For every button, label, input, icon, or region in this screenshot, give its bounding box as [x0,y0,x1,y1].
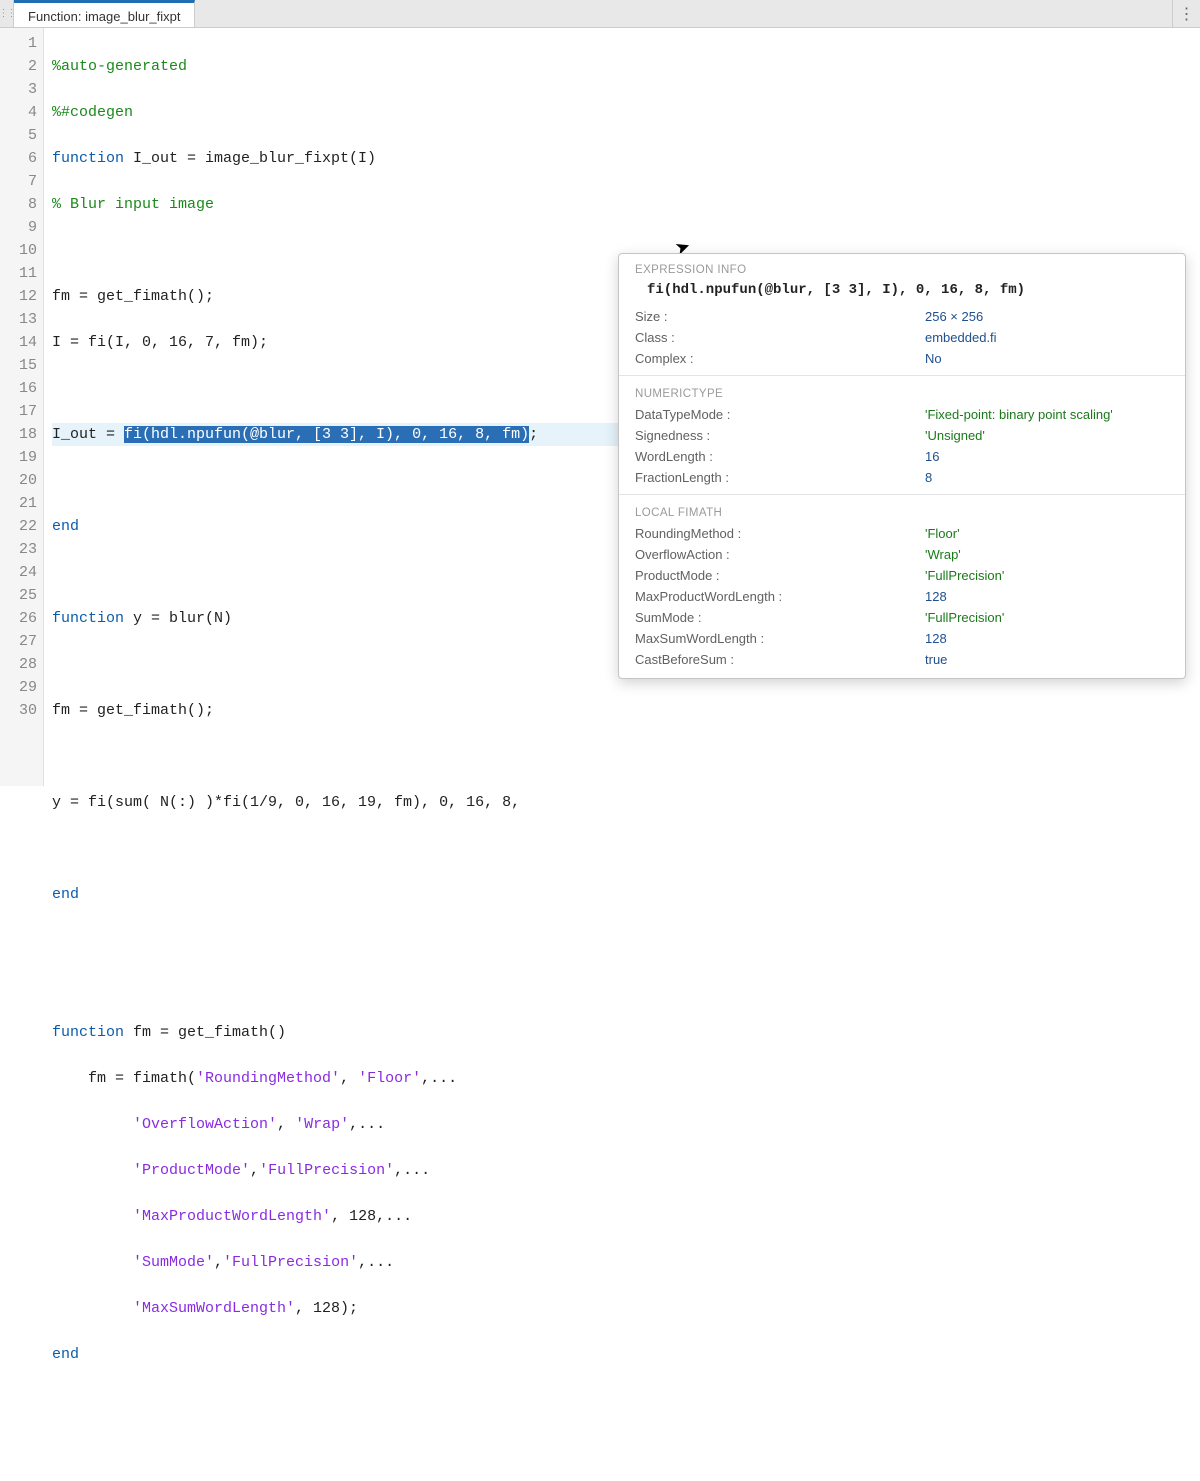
line-number: 7 [0,170,37,193]
tooltip-value: 'FullPrecision' [925,568,1004,583]
line-number: 21 [0,492,37,515]
tooltip-value: 'Wrap' [925,547,961,562]
code-text: fm = get_fimath(); [52,288,214,305]
line-number: 29 [0,676,37,699]
keyword: function [52,610,124,627]
tab-title: Function: image_blur_fixpt [28,9,180,24]
code-text: ; [529,426,538,443]
comment: %auto-generated [52,58,187,75]
keyword: end [52,886,79,903]
code-text: fm = fimath( [52,1070,196,1087]
string: 'SumMode' [133,1254,214,1271]
tooltip-label: SumMode : [635,610,925,625]
code-text: I = fi(I, 0, 16, 7, fm); [52,334,268,351]
tab-bar: ⋮⋮ Function: image_blur_fixpt ⋮ [0,0,1200,28]
tooltip-section-title: LOCAL FIMATH [619,497,1185,523]
line-number: 26 [0,607,37,630]
code-text: y = blur(N) [124,610,232,627]
line-number: 30 [0,699,37,722]
string: 'ProductMode' [133,1162,250,1179]
line-number: 11 [0,262,37,285]
line-number: 1 [0,32,37,55]
tooltip-section-title: EXPRESSION INFO [619,254,1185,280]
tooltip-label: OverflowAction : [635,547,925,562]
line-number: 5 [0,124,37,147]
line-number: 17 [0,400,37,423]
code-text: fm = get_fimath() [124,1024,286,1041]
line-number: 6 [0,147,37,170]
tab-function[interactable]: Function: image_blur_fixpt [14,0,195,27]
tooltip-label: CastBeforeSum : [635,652,925,667]
tooltip-value: 8 [925,470,932,485]
keyword: end [52,518,79,535]
string: 'FullPrecision' [223,1254,358,1271]
line-number: 20 [0,469,37,492]
keyword: function [52,150,124,167]
tooltip-value: 'Fixed-point: binary point scaling' [925,407,1113,422]
line-gutter: 1234567891011121314151617181920212223242… [0,28,44,786]
tooltip-label: ProductMode : [635,568,925,583]
string: 'OverflowAction' [133,1116,277,1133]
string: 'Floor' [358,1070,421,1087]
line-number: 16 [0,377,37,400]
line-number: 4 [0,101,37,124]
tooltip-section-title: NUMERICTYPE [619,378,1185,404]
tooltip-label: Class : [635,330,925,345]
code-text: y = fi(sum( N(:) )*fi(1/9, 0, 16, 19, fm… [52,794,520,811]
line-number: 18 [0,423,37,446]
tooltip-label: Size : [635,309,925,324]
drag-handle-icon[interactable]: ⋮⋮ [0,0,14,27]
kebab-menu-icon[interactable]: ⋮ [1172,0,1200,27]
code-text: fm = get_fimath(); [52,702,214,719]
expression-info-tooltip: EXPRESSION INFO fi(hdl.npufun(@blur, [3 … [618,253,1186,679]
line-number: 9 [0,216,37,239]
tooltip-value: 'Floor' [925,526,960,541]
line-number: 27 [0,630,37,653]
line-number: 10 [0,239,37,262]
string: 'Wrap' [295,1116,349,1133]
comment: % Blur input image [52,196,214,213]
tooltip-label: MaxProductWordLength : [635,589,925,604]
line-number: 2 [0,55,37,78]
line-number: 23 [0,538,37,561]
tooltip-label: DataTypeMode : [635,407,925,422]
line-number: 15 [0,354,37,377]
line-number: 3 [0,78,37,101]
line-number: 19 [0,446,37,469]
tooltip-label: MaxSumWordLength : [635,631,925,646]
line-number: 25 [0,584,37,607]
tooltip-expression: fi(hdl.npufun(@blur, [3 3], I), 0, 16, 8… [619,280,1185,306]
tooltip-label: WordLength : [635,449,925,464]
string: 'MaxSumWordLength' [133,1300,295,1317]
tooltip-value: 'Unsigned' [925,428,985,443]
tooltip-value: embedded.fi [925,330,997,345]
tooltip-value: No [925,351,942,366]
string: 'FullPrecision' [259,1162,394,1179]
tooltip-value: 128 [925,589,947,604]
keyword: function [52,1024,124,1041]
string: 'MaxProductWordLength' [133,1208,331,1225]
tooltip-label: Signedness : [635,428,925,443]
tooltip-label: FractionLength : [635,470,925,485]
tooltip-value: true [925,652,947,667]
line-number: 12 [0,285,37,308]
line-number: 24 [0,561,37,584]
string: 'RoundingMethod' [196,1070,340,1087]
line-number: 14 [0,331,37,354]
tooltip-value: 'FullPrecision' [925,610,1004,625]
line-number: 28 [0,653,37,676]
selected-expression: fi(hdl.npufun(@blur, [3 3], I), 0, 16, 8… [124,426,529,443]
keyword: end [52,1346,79,1363]
tooltip-label: Complex : [635,351,925,366]
line-number: 22 [0,515,37,538]
tooltip-label: RoundingMethod : [635,526,925,541]
code-text: I_out = [52,426,124,443]
comment: %#codegen [52,104,133,121]
tooltip-value: 256 × 256 [925,309,983,324]
line-number: 13 [0,308,37,331]
line-number: 8 [0,193,37,216]
tooltip-value: 128 [925,631,947,646]
tooltip-value: 16 [925,449,939,464]
code-text: I_out = image_blur_fixpt(I) [124,150,376,167]
